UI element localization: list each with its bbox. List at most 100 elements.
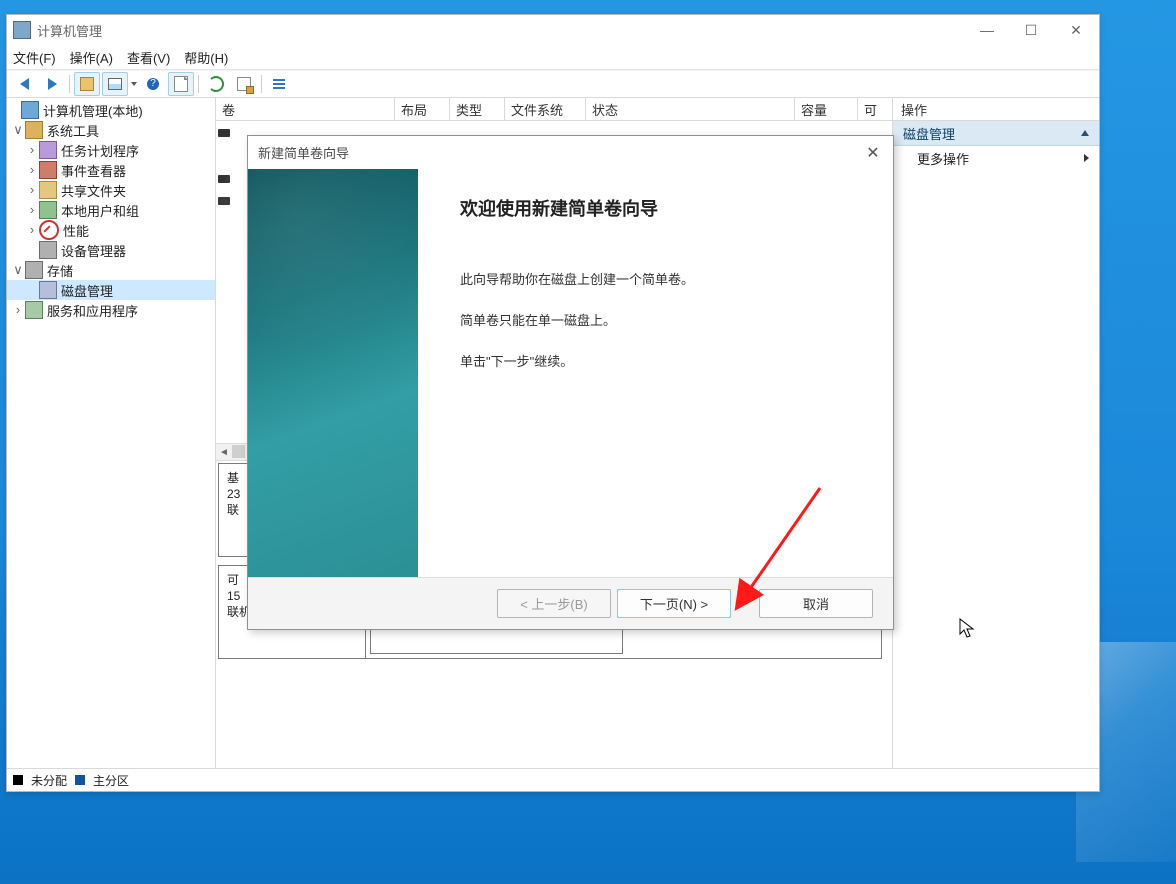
tree-storage[interactable]: ∨存储 <box>7 260 215 280</box>
col-fs[interactable]: 文件系统 <box>505 98 586 120</box>
collapse-icon <box>1081 130 1089 136</box>
scheduler-icon <box>39 141 57 159</box>
wizard-text: 单击"下一步"继续。 <box>460 351 855 370</box>
tree-label: 共享文件夹 <box>61 181 126 200</box>
tree-services-apps[interactable]: ›服务和应用程序 <box>7 300 215 320</box>
tree-event-viewer[interactable]: ›事件查看器 <box>7 160 215 180</box>
col-status[interactable]: 状态 <box>586 98 795 120</box>
up-level-button[interactable] <box>74 72 100 96</box>
menu-help[interactable]: 帮助(H) <box>184 48 228 67</box>
actions-header: 操作 <box>893 98 1099 121</box>
toolbar-separator <box>69 75 70 93</box>
tree-performance[interactable]: ›性能 <box>7 220 215 240</box>
tree-label: 计算机管理(本地) <box>43 101 143 120</box>
view-grid-button[interactable] <box>102 72 128 96</box>
new-simple-volume-wizard: 新建简单卷向导 ✕ 欢迎使用新建简单卷向导 此向导帮助你在磁盘上创建一个简单卷。… <box>247 135 894 630</box>
nav-back-button[interactable] <box>11 72 37 96</box>
window-close-button[interactable]: ✕ <box>1053 15 1099 45</box>
refresh-icon <box>208 76 224 92</box>
properties-button[interactable] <box>231 72 257 96</box>
tools-icon <box>25 121 43 139</box>
tree-label: 系统工具 <box>47 121 99 140</box>
window-minimize-button[interactable]: — <box>965 15 1009 45</box>
actions-more[interactable]: 更多操作 <box>893 146 1099 170</box>
tree-label: 磁盘管理 <box>61 281 113 300</box>
legend-label: 主分区 <box>93 772 129 789</box>
list-view-button[interactable] <box>266 72 292 96</box>
actions-group-disk-management[interactable]: 磁盘管理 <box>893 121 1099 146</box>
sheet-icon <box>174 76 188 92</box>
tree-root[interactable]: 计算机管理(本地) <box>7 100 215 120</box>
legend-swatch-unallocated <box>13 775 23 785</box>
col-layout[interactable]: 布局 <box>395 98 450 120</box>
navigation-tree[interactable]: 计算机管理(本地) ∨系统工具 ›任务计划程序 ›事件查看器 ›共享文件夹 ›本… <box>7 98 216 791</box>
wizard-sidebar-graphic <box>248 169 418 578</box>
list-icon <box>273 79 285 89</box>
scroll-left-button[interactable]: ◄ <box>216 444 232 460</box>
help-button[interactable]: ? <box>140 72 166 96</box>
tree-local-users[interactable]: ›本地用户和组 <box>7 200 215 220</box>
menu-view[interactable]: 查看(V) <box>127 48 170 67</box>
legend: 未分配 主分区 <box>7 768 1099 791</box>
col-capacity[interactable]: 容量 <box>795 98 858 120</box>
tree-system-tools[interactable]: ∨系统工具 <box>7 120 215 140</box>
grid-icon <box>108 78 122 90</box>
col-avail[interactable]: 可 <box>858 98 892 120</box>
app-icon <box>13 21 31 39</box>
wizard-text: 此向导帮助你在磁盘上创建一个简单卷。 <box>460 269 855 288</box>
actions-pane: 操作 磁盘管理 更多操作 <box>893 98 1099 791</box>
volume-icon <box>218 129 230 137</box>
tree-label: 事件查看器 <box>61 161 126 180</box>
wizard-close-button[interactable]: ✕ <box>853 136 893 169</box>
scroll-thumb[interactable] <box>232 445 245 458</box>
up-icon <box>80 77 94 91</box>
menubar: 文件(F) 操作(A) 查看(V) 帮助(H) <box>7 45 1099 70</box>
tree-shared-folders[interactable]: ›共享文件夹 <box>7 180 215 200</box>
tree-label: 性能 <box>63 221 89 240</box>
tree-label: 服务和应用程序 <box>47 301 138 320</box>
volume-list-header: 卷 布局 类型 文件系统 状态 容量 可 <box>216 98 892 121</box>
window-maximize-button[interactable]: ☐ <box>1009 15 1053 45</box>
wizard-next-button[interactable]: 下一页(N) > <box>617 589 731 618</box>
sheet-button[interactable] <box>168 72 194 96</box>
disk-icon <box>39 281 57 299</box>
actions-item-label: 更多操作 <box>917 149 969 168</box>
device-icon <box>39 241 57 259</box>
event-icon <box>39 161 57 179</box>
users-icon <box>39 201 57 219</box>
col-type[interactable]: 类型 <box>450 98 505 120</box>
volume-row[interactable] <box>218 124 230 142</box>
menu-file[interactable]: 文件(F) <box>13 48 56 67</box>
properties-icon <box>237 77 251 91</box>
wizard-button-bar: < 上一步(B) 下一页(N) > 取消 <box>248 577 893 629</box>
tree-label: 设备管理器 <box>61 241 126 260</box>
menu-action[interactable]: 操作(A) <box>70 48 113 67</box>
performance-icon <box>39 220 59 240</box>
window-title: 计算机管理 <box>37 21 965 40</box>
tree-label: 存储 <box>47 261 73 280</box>
nav-forward-button[interactable] <box>39 72 65 96</box>
tree-disk-management[interactable]: 磁盘管理 <box>7 280 215 300</box>
tree-device-manager[interactable]: 设备管理器 <box>7 240 215 260</box>
storage-icon <box>25 261 43 279</box>
services-icon <box>25 301 43 319</box>
forward-icon <box>48 78 57 90</box>
toolbar-separator <box>261 75 262 93</box>
wizard-text: 简单卷只能在单一磁盘上。 <box>460 310 855 329</box>
legend-label: 未分配 <box>31 772 67 789</box>
wizard-back-button: < 上一步(B) <box>497 589 611 618</box>
tree-label: 任务计划程序 <box>61 141 139 160</box>
toolbar: ? <box>7 70 1099 98</box>
tree-task-scheduler[interactable]: ›任务计划程序 <box>7 140 215 160</box>
wizard-cancel-button[interactable]: 取消 <box>759 589 873 618</box>
refresh-button[interactable] <box>203 72 229 96</box>
col-volume[interactable]: 卷 <box>216 98 395 120</box>
help-icon: ? <box>147 78 159 90</box>
legend-swatch-primary <box>75 775 85 785</box>
view-grid-dropdown[interactable] <box>130 82 138 86</box>
actions-group-label: 磁盘管理 <box>903 124 955 143</box>
titlebar[interactable]: 计算机管理 — ☐ ✕ <box>7 15 1099 45</box>
computer-icon <box>21 101 39 119</box>
back-icon <box>20 78 29 90</box>
share-icon <box>39 181 57 199</box>
